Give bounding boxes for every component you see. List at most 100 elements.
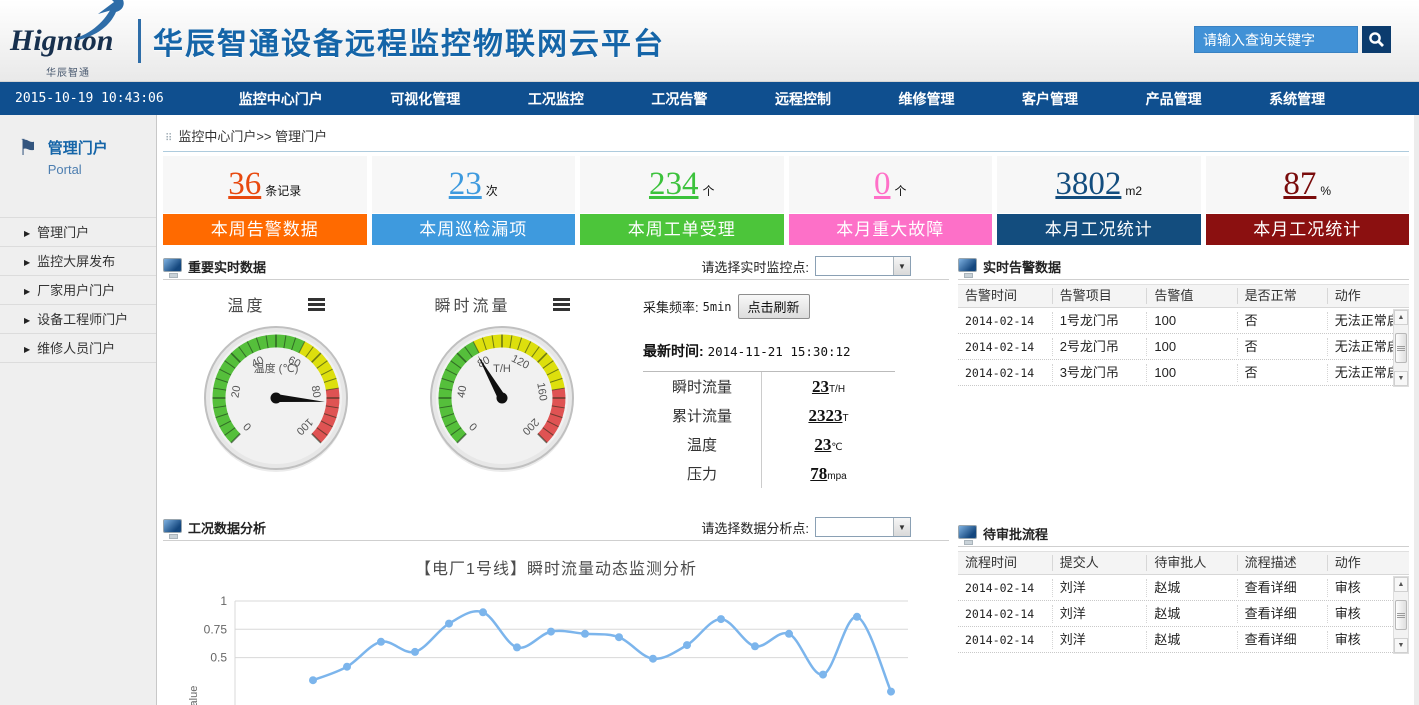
stat-card: 3802 m2 本月工况统计	[997, 156, 1201, 245]
sidebar-item-维修人员门户[interactable]: ▶维修人员门户	[0, 334, 156, 363]
vertical-scrollbar[interactable]: ▲▼	[1393, 309, 1409, 387]
table-cell: 赵城	[1147, 605, 1237, 623]
scrollbar-thumb[interactable]	[1395, 600, 1407, 630]
reading-unit: T	[842, 413, 848, 424]
svg-text:T/H: T/H	[493, 363, 511, 375]
nav-item-监控中心门户[interactable]: 监控中心门户	[239, 89, 323, 109]
scroll-up-icon[interactable]: ▲	[1394, 310, 1408, 325]
nav-items: 监控中心门户 可视化管理 工况监控 工况告警 远程控制 维修管理 客户管理 产品管理 系统管理	[205, 89, 1419, 109]
vertical-scrollbar[interactable]: ▲▼	[1393, 576, 1409, 654]
approval-section-title: 待审批流程	[983, 524, 1048, 543]
sidebar-item-管理门户[interactable]: ▶管理门户	[0, 218, 156, 247]
table-cell: 刘洋	[1053, 579, 1148, 597]
reading-unit: T/H	[829, 384, 845, 395]
table-cell: 2号龙门吊	[1053, 338, 1148, 356]
analysis-section-title: 工况数据分析	[188, 518, 266, 537]
table-cell: 否	[1238, 364, 1328, 382]
gauge-menu-icon[interactable]	[553, 296, 570, 313]
search-button[interactable]	[1362, 26, 1391, 53]
stat-value[interactable]: 23	[449, 168, 482, 201]
reading-value[interactable]: 23	[814, 435, 831, 454]
stat-banner[interactable]: 本周工单受理	[580, 214, 784, 245]
latest-time-label: 最新时间:	[643, 343, 704, 359]
table-row[interactable]: 2014-02-14刘洋赵城查看详细审核	[958, 627, 1409, 653]
stat-value[interactable]: 3802	[1055, 168, 1121, 201]
sidebar-item-厂家用户门户[interactable]: ▶厂家用户门户	[0, 276, 156, 305]
table-cell: 2014-02-14	[958, 605, 1053, 623]
reading-row: 温度23℃	[643, 430, 895, 459]
stat-banner[interactable]: 本周巡检漏项	[372, 214, 576, 245]
stat-value[interactable]: 0	[874, 168, 891, 201]
scroll-up-icon[interactable]: ▲	[1394, 577, 1408, 592]
table-row[interactable]: 2014-02-142号龙门吊100否无法正常启动	[958, 334, 1409, 360]
reading-value[interactable]: 78	[810, 464, 827, 483]
table-cell: 100	[1147, 338, 1237, 356]
reading-unit: mpa	[827, 471, 846, 482]
realtime-data-section: 重要实时数据 请选择实时监控点: ▼ 温度	[163, 253, 949, 507]
portal-header: ⚑ 管理门户 Portal	[0, 115, 156, 191]
table-row[interactable]: 2014-02-14刘洋赵城查看详细审核	[958, 575, 1409, 601]
stat-banner[interactable]: 本月工况统计	[1206, 214, 1410, 245]
analysis-point-select[interactable]: ▼	[815, 517, 911, 537]
scroll-down-icon[interactable]: ▼	[1394, 371, 1408, 386]
freq-value: 5min	[703, 300, 732, 314]
table-row[interactable]: 2014-02-14刘洋赵城查看详细审核	[958, 601, 1409, 627]
readings-table: 瞬时流量23T/H累计流量2323T温度23℃压力78mpa	[643, 371, 895, 488]
sidebar-item-设备工程师门户[interactable]: ▶设备工程师门户	[0, 305, 156, 334]
reading-label: 累计流量	[643, 405, 761, 426]
sidebar-menu: ▶管理门户▶监控大屏发布▶厂家用户门户▶设备工程师门户▶维修人员门户	[0, 217, 156, 363]
reading-value[interactable]: 2323	[808, 406, 842, 425]
nav-item-可视化管理[interactable]: 可视化管理	[390, 89, 460, 109]
column-header: 流程时间	[958, 555, 1053, 571]
scroll-down-icon[interactable]: ▼	[1394, 638, 1408, 653]
monitor-point-select[interactable]: ▼	[815, 256, 911, 276]
sidebar-item-监控大屏发布[interactable]: ▶监控大屏发布	[0, 247, 156, 276]
arrow-right-icon: ▶	[24, 229, 30, 238]
monitor-icon	[958, 525, 977, 539]
table-cell: 1号龙门吊	[1053, 312, 1148, 330]
nav-item-远程控制[interactable]: 远程控制	[775, 89, 831, 109]
search-input[interactable]	[1194, 26, 1358, 53]
antelope-logo-icon	[68, 0, 138, 40]
gauge-menu-icon[interactable]	[308, 296, 325, 313]
main-nav: 2015-10-19 10:43:06 监控中心门户 可视化管理 工况监控 工况告警 远…	[0, 82, 1419, 115]
monitor-icon	[958, 258, 977, 272]
table-row[interactable]: 2014-02-141号龙门吊100否无法正常启动	[958, 308, 1409, 334]
column-header: 告警项目	[1053, 288, 1148, 304]
stat-unit: m2	[1125, 184, 1142, 198]
app-header: Hignton 华辰智通 华辰智通设备远程监控物联网云平台	[0, 0, 1419, 82]
title-divider	[138, 19, 141, 63]
nav-item-客户管理[interactable]: 客户管理	[1022, 89, 1078, 109]
table-row[interactable]: 2014-02-143号龙门吊100否无法正常启动	[958, 360, 1409, 386]
page-title: 华辰智通设备远程监控物联网云平台	[153, 19, 665, 63]
chevron-down-icon: ▼	[893, 257, 910, 275]
reading-row: 瞬时流量23T/H	[643, 372, 895, 401]
stat-card: 0个本月重大故障	[789, 156, 993, 245]
svg-text:Value: Value	[188, 686, 200, 705]
scrollbar-thumb[interactable]	[1395, 333, 1407, 363]
stat-card: 234个本周工单受理	[580, 156, 784, 245]
logo: Hignton 华辰智通	[10, 26, 130, 56]
stat-unit: 次	[486, 182, 498, 199]
arrow-right-icon: ▶	[24, 287, 30, 296]
refresh-button[interactable]: 点击刷新	[738, 294, 810, 319]
table-cell: 3号龙门吊	[1053, 364, 1148, 382]
nav-item-产品管理[interactable]: 产品管理	[1146, 89, 1202, 109]
stat-value[interactable]: 234	[649, 168, 699, 201]
stat-unit: %	[1320, 184, 1331, 198]
stat-value[interactable]: 87	[1283, 168, 1316, 201]
nav-item-工况告警[interactable]: 工况告警	[651, 89, 707, 109]
svg-text:20: 20	[230, 385, 244, 399]
nav-datetime: 2015-10-19 10:43:06	[0, 91, 205, 106]
breadcrumb: ⠿监控中心门户>> 管理门户	[163, 126, 1409, 152]
stat-banner[interactable]: 本周告警数据	[163, 214, 367, 245]
stat-value[interactable]: 36	[228, 168, 261, 201]
stat-banner[interactable]: 本月重大故障	[789, 214, 993, 245]
stat-card: 36条记录本周告警数据	[163, 156, 367, 245]
nav-item-维修管理[interactable]: 维修管理	[899, 89, 955, 109]
stat-banner[interactable]: 本月工况统计	[997, 214, 1201, 245]
nav-item-工况监控[interactable]: 工况监控	[528, 89, 584, 109]
nav-item-系统管理[interactable]: 系统管理	[1269, 89, 1325, 109]
svg-text:温度 (℃): 温度 (℃)	[254, 361, 299, 375]
reading-value[interactable]: 23	[812, 377, 829, 396]
